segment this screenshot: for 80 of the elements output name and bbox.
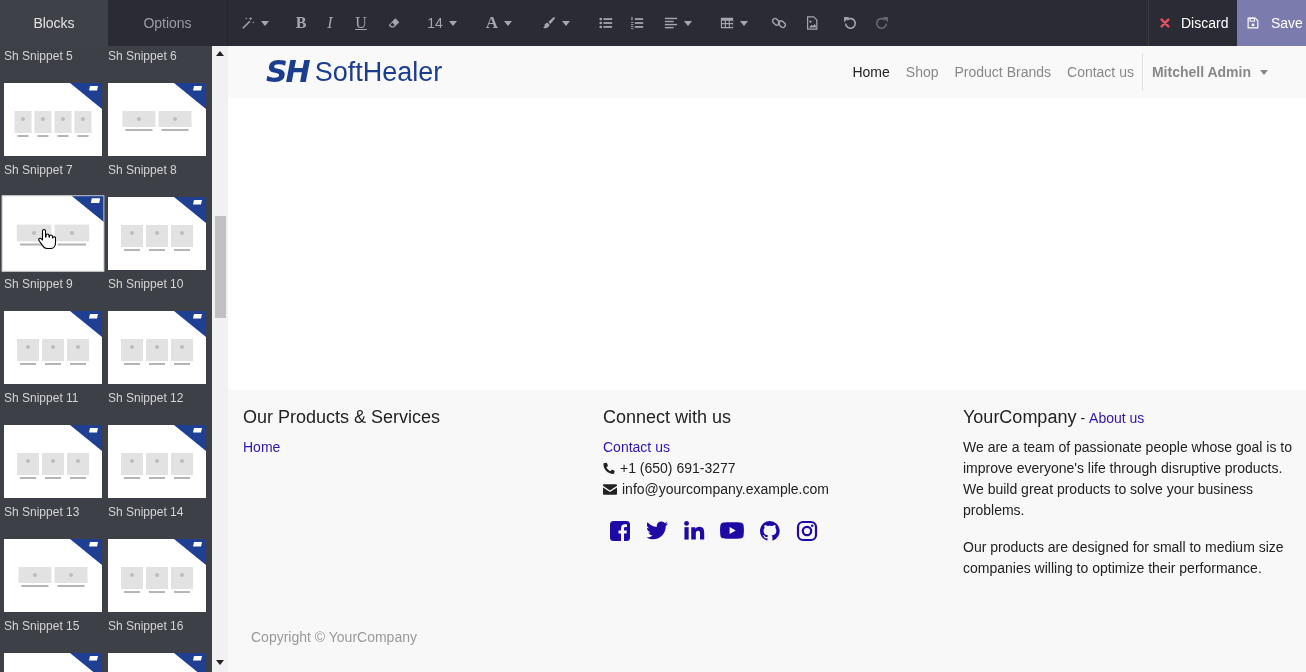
caret-icon <box>739 20 748 26</box>
snippet-preview-drawing[interactable] <box>108 83 206 156</box>
bullet-list-icon <box>599 16 613 30</box>
save-button[interactable]: Save <box>1237 0 1306 46</box>
image-icon <box>805 16 819 30</box>
about-paragraph: We are a team of passionate people whose goal is to improve everyone's life through disruptive products. We build great products to solve your business problems. <box>963 438 1293 520</box>
hand-cursor-icon <box>38 228 56 249</box>
footer-heading: Connect with us <box>603 407 732 429</box>
facebook-icon[interactable] <box>609 519 631 542</box>
menu-link[interactable]: Contact us <box>1059 61 1142 83</box>
snippet-preview-drawing[interactable] <box>4 83 102 156</box>
numbered-list-icon <box>630 16 644 30</box>
caret-icon <box>448 20 457 26</box>
align-left-icon <box>663 16 678 30</box>
snippet-preview-drawing[interactable] <box>4 425 102 498</box>
snippet-preview-drawing[interactable] <box>108 311 206 384</box>
menu-link[interactable]: Product Brands <box>946 61 1059 83</box>
snippet-label: Sh Snippet 8 <box>108 163 177 177</box>
eraser-icon <box>387 16 401 30</box>
caret-icon <box>1260 69 1268 75</box>
bold-button[interactable]: B <box>290 0 312 46</box>
italic-button[interactable]: I <box>319 0 341 46</box>
logo-mark[interactable]: SH <box>266 57 309 87</box>
snippet-preview-drawing[interactable] <box>108 539 206 612</box>
snippet-label: Sh Snippet 12 <box>108 391 184 405</box>
email-address: info@yourcompany.example.com <box>622 479 829 499</box>
footer-heading: Our Products & Services <box>243 407 441 429</box>
snippet-label: Sh Snippet 16 <box>108 619 184 633</box>
font-color-dropdown[interactable]: A <box>483 0 515 46</box>
contact-link[interactable]: Contact us <box>603 436 670 458</box>
snippet-preview-drawing[interactable] <box>108 197 206 270</box>
redo-icon <box>875 16 889 30</box>
snippet-label: Sh Snippet 10 <box>108 277 184 291</box>
link-icon <box>772 16 786 30</box>
underline-button[interactable]: U <box>350 0 372 46</box>
footer-link[interactable]: Home <box>243 438 281 455</box>
instagram-icon[interactable] <box>796 519 818 542</box>
table-icon <box>719 16 734 30</box>
phone-number: +1 (650) 691-3277 <box>620 458 736 478</box>
undo-icon <box>843 16 857 30</box>
envelope-icon <box>603 483 617 495</box>
paintbrush-icon <box>541 16 556 30</box>
snippet-preview-drawing[interactable] <box>108 425 206 498</box>
scroll-up-icon[interactable] <box>216 51 224 56</box>
github-icon[interactable] <box>759 519 781 542</box>
font-size-dropdown[interactable]: 14 <box>424 0 460 46</box>
snippet-label: Sh Snippet 6 <box>108 49 177 63</box>
snippet-label: Sh Snippet 5 <box>4 49 73 63</box>
caret-icon <box>561 20 570 26</box>
youtube-icon[interactable] <box>720 521 744 541</box>
snippet-preview-drawing[interactable] <box>4 539 102 612</box>
sidebar-tab[interactable]: Blocks <box>0 0 108 46</box>
about-us-link[interactable]: About us <box>1089 408 1145 429</box>
snippet-label: Sh Snippet 14 <box>108 505 184 519</box>
snippet-label: Sh Snippet 15 <box>4 619 80 633</box>
menu-link[interactable]: Shop <box>897 61 947 83</box>
snippet-preview-drawing[interactable] <box>4 311 102 384</box>
snippet-label: Sh Snippet 7 <box>4 163 73 177</box>
caret-icon <box>504 20 513 26</box>
twitter-icon[interactable] <box>646 521 668 541</box>
snippet-label: Sh Snippet 9 <box>4 277 73 291</box>
scroll-down-icon[interactable] <box>216 660 224 665</box>
about-paragraph: Our products are designed for small to medium size companies willing to optimize their performance. <box>963 538 1285 578</box>
snippet-label: Sh Snippet 11 <box>4 391 79 405</box>
scrollbar[interactable] <box>212 46 228 672</box>
menu-link[interactable]: Home <box>844 61 898 83</box>
caret-icon <box>683 20 692 26</box>
phone-icon <box>603 462 615 475</box>
brand-name[interactable]: SoftHealer <box>314 58 443 86</box>
close-icon <box>1160 18 1170 28</box>
caret-icon <box>261 20 269 26</box>
user-menu[interactable]: Mitchell Admin <box>1142 61 1268 83</box>
linkedin-icon[interactable] <box>683 520 705 542</box>
snippet-label: Sh Snippet 13 <box>4 505 80 519</box>
scrollbar-thumb[interactable] <box>214 216 226 318</box>
copyright-text: Copyright © YourCompany <box>251 628 417 647</box>
snippet-preview-drawing[interactable] <box>1 195 105 272</box>
company-name: YourCompany <box>963 407 1077 429</box>
magic-wand-icon <box>241 16 255 30</box>
heading-separator: - <box>1080 409 1086 428</box>
